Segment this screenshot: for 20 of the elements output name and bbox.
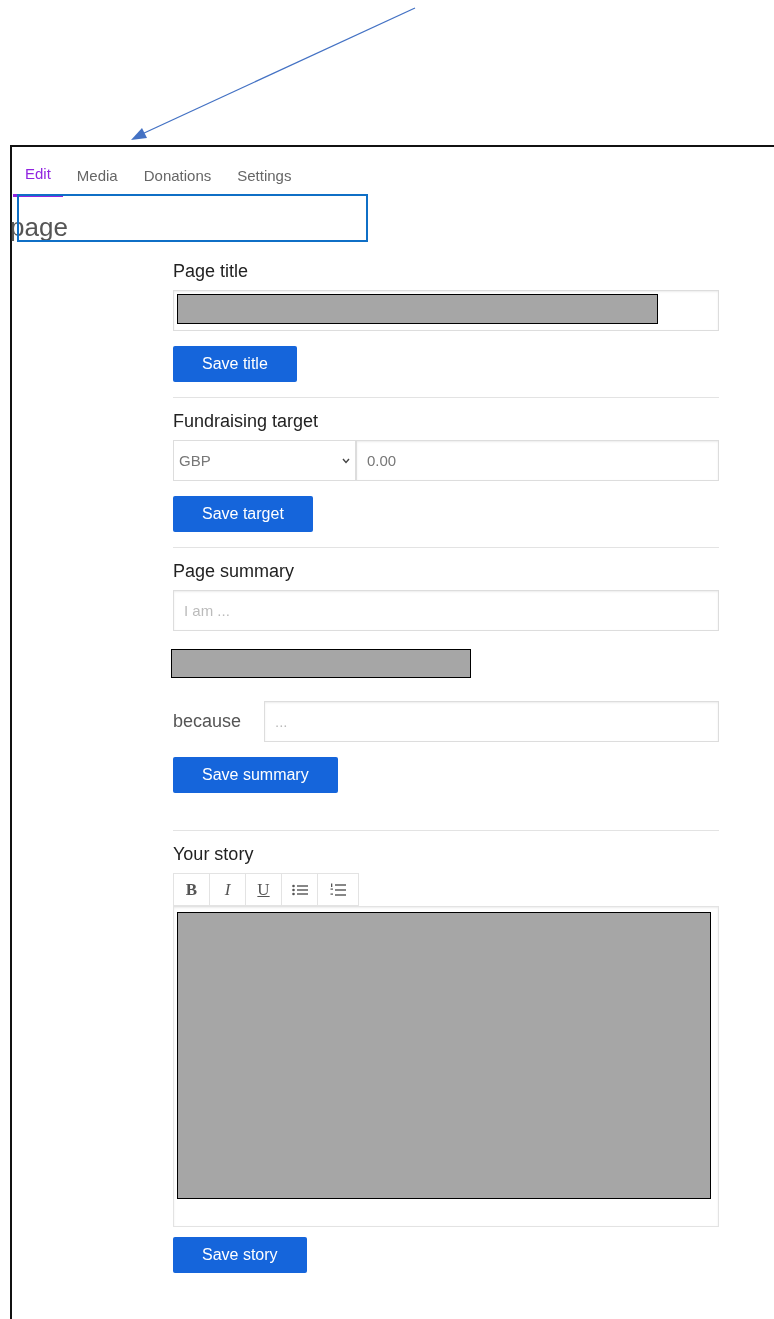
bulleted-list-icon [291,883,308,896]
tab[interactable]: Settings [225,163,304,197]
save-summary-button[interactable]: Save summary [173,757,338,793]
title-field[interactable] [173,290,719,331]
amount-field[interactable]: 0.00 [356,440,719,481]
field-label: Page title [173,261,249,282]
numbered-list-icon [330,882,346,897]
because-field[interactable]: ... [264,701,719,742]
save-title-button[interactable]: Save title [173,346,297,382]
save-story-button[interactable]: Save story [173,1237,307,1273]
tab[interactable]: Edit [13,163,63,197]
currency-select[interactable]: GBP [173,440,356,481]
tab[interactable]: Donations [131,163,224,197]
tab[interactable]: Media [64,163,130,197]
save-target-button[interactable]: Save target [173,496,313,532]
field-label: Page summary [173,561,295,582]
chevron-down-icon [342,457,350,464]
field-label: Fundraising target [173,411,319,432]
because-label: because [173,711,243,732]
field-label: Your story [173,844,254,865]
